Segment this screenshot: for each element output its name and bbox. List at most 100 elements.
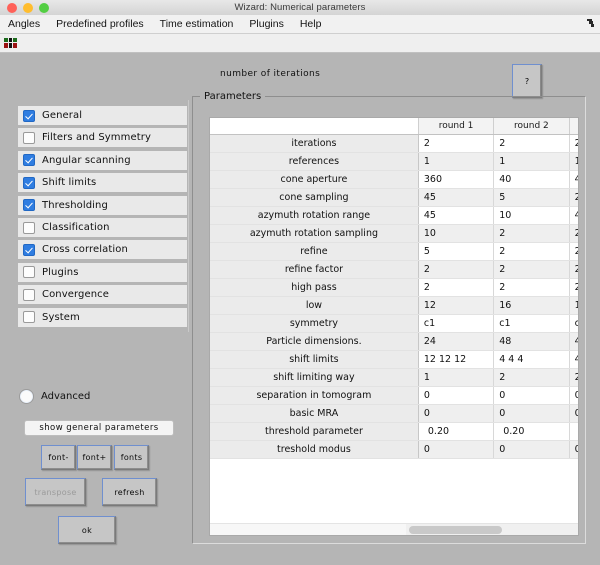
parameter-value-cell-round-1[interactable]: 0.20 bbox=[418, 422, 495, 441]
checkbox-checked-icon[interactable] bbox=[23, 109, 35, 122]
advanced-radio-row[interactable]: Advanced bbox=[19, 389, 90, 404]
parameter-value-cell-round-1[interactable]: 0 bbox=[418, 386, 495, 405]
parameter-value-cell-round-3[interactable]: 2 bbox=[569, 188, 578, 207]
parameter-value-cell-round-3[interactable]: 2 bbox=[569, 242, 578, 261]
table-row[interactable]: cone sampling4552 bbox=[210, 188, 578, 207]
table-row[interactable]: shift limiting way122 bbox=[210, 368, 578, 387]
parameter-value-cell-round-2[interactable]: 2 bbox=[493, 224, 570, 243]
parameter-value-cell-round-1[interactable]: 12 bbox=[418, 296, 495, 315]
parameter-value-cell-round-2[interactable]: 2 bbox=[493, 260, 570, 279]
parameter-value-cell-round-3[interactable]: 48 bbox=[569, 332, 578, 351]
ok-button[interactable]: ok bbox=[58, 516, 116, 544]
parameter-value-cell-round-3[interactable]: c1 bbox=[569, 314, 578, 333]
parameter-value-cell-round-2[interactable]: 16 bbox=[493, 296, 570, 315]
parameter-value-cell-round-1[interactable]: 2 bbox=[418, 134, 495, 153]
parameter-value-cell-round-3[interactable]: 2 bbox=[569, 278, 578, 297]
parameter-value-cell-round-3[interactable]: 4 bbox=[569, 206, 578, 225]
parameter-value-cell-round-1[interactable]: 2 bbox=[418, 278, 495, 297]
table-row[interactable]: Particle dimensions.244848 bbox=[210, 332, 578, 351]
scrollbar-thumb[interactable] bbox=[409, 526, 502, 534]
checkbox-unchecked-icon[interactable] bbox=[23, 288, 35, 301]
parameters-table-container[interactable]: round 1 round 2 round 3 iterations222ref… bbox=[209, 117, 579, 536]
parameter-value-cell-round-1[interactable]: c1 bbox=[418, 314, 495, 333]
sidebar-item-classification[interactable]: Classification bbox=[18, 218, 187, 237]
checkbox-checked-icon[interactable] bbox=[23, 199, 35, 212]
parameter-value-cell-round-2[interactable]: 0 bbox=[493, 404, 570, 423]
menu-item-predefined-profiles[interactable]: Predefined profiles bbox=[48, 15, 152, 34]
menu-item-angles[interactable]: Angles bbox=[0, 15, 48, 34]
parameter-value-cell-round-2[interactable]: c1 bbox=[493, 314, 570, 333]
column-header-round-2[interactable]: round 2 bbox=[493, 118, 570, 135]
table-row[interactable]: separation in tomogram000 bbox=[210, 386, 578, 405]
parameter-value-cell-round-2[interactable]: 0.20 bbox=[493, 422, 570, 441]
parameter-value-cell-round-1[interactable]: 0 bbox=[418, 440, 495, 459]
parameter-value-cell-round-1[interactable]: 0 bbox=[418, 404, 495, 423]
parameter-value-cell-round-1[interactable]: 45 bbox=[418, 188, 495, 207]
table-row[interactable]: references111 bbox=[210, 152, 578, 171]
parameter-value-cell-round-1[interactable]: 5 bbox=[418, 242, 495, 261]
show-general-parameters-button[interactable]: show general parameters bbox=[24, 420, 174, 436]
table-row[interactable]: treshold modus000 bbox=[210, 440, 578, 459]
parameter-value-cell-round-2[interactable]: 2 bbox=[493, 134, 570, 153]
new-figure-icon[interactable] bbox=[3, 36, 18, 50]
column-header-round-3[interactable]: round 3 bbox=[569, 118, 578, 135]
parameter-value-cell-round-2[interactable]: 0 bbox=[493, 440, 570, 459]
table-row[interactable]: basic MRA000 bbox=[210, 404, 578, 423]
parameter-value-cell-round-2[interactable]: 40 bbox=[493, 170, 570, 189]
sidebar-item-thresholding[interactable]: Thresholding bbox=[18, 195, 187, 215]
parameter-value-cell-round-1[interactable]: 1 bbox=[418, 368, 495, 387]
parameter-value-cell-round-2[interactable]: 48 bbox=[493, 332, 570, 351]
parameter-value-cell-round-3[interactable]: 0 bbox=[569, 404, 578, 423]
sidebar-item-angular-scanning[interactable]: Angular scanning bbox=[18, 150, 187, 170]
table-row[interactable]: refine factor222 bbox=[210, 260, 578, 279]
sidebar-item-convergence[interactable]: Convergence bbox=[18, 285, 187, 305]
table-horizontal-scrollbar[interactable] bbox=[210, 523, 578, 535]
sidebar-item-cross-correlation[interactable]: Cross correlation bbox=[18, 240, 187, 260]
table-row[interactable]: high pass222 bbox=[210, 278, 578, 297]
table-row[interactable]: symmetryc1c1c1 bbox=[210, 314, 578, 333]
parameter-value-cell-round-3[interactable]: 0 bbox=[569, 386, 578, 405]
menu-item-time-estimation[interactable]: Time estimation bbox=[152, 15, 242, 34]
table-row[interactable]: cone aperture360404 bbox=[210, 170, 578, 189]
parameter-value-cell-round-3[interactable]: 0 bbox=[569, 440, 578, 459]
parameter-value-cell-round-1[interactable]: 1 bbox=[418, 152, 495, 171]
table-row[interactable]: iterations222 bbox=[210, 134, 578, 153]
parameter-value-cell-round-2[interactable]: 4 4 4 bbox=[493, 350, 570, 369]
checkbox-unchecked-icon[interactable] bbox=[23, 221, 35, 234]
table-row[interactable]: shift limits12 12 124 4 44 4 4 bbox=[210, 350, 578, 369]
sidebar-item-general[interactable]: General bbox=[18, 106, 187, 125]
menu-item-plugins[interactable]: Plugins bbox=[241, 15, 291, 34]
parameter-value-cell-round-2[interactable]: 2 bbox=[493, 368, 570, 387]
parameter-value-cell-round-3[interactable]: 1 bbox=[569, 152, 578, 171]
table-row[interactable]: azymuth rotation sampling1022 bbox=[210, 224, 578, 243]
column-header-round-1[interactable]: round 1 bbox=[418, 118, 495, 135]
checkbox-checked-icon[interactable] bbox=[23, 176, 35, 189]
overflow-icon[interactable] bbox=[587, 19, 595, 28]
parameter-value-cell-round-3[interactable]: 2 bbox=[569, 368, 578, 387]
parameter-value-cell-round-2[interactable]: 2 bbox=[493, 278, 570, 297]
table-row[interactable]: azymuth rotation range45104 bbox=[210, 206, 578, 225]
font-decrease-button[interactable]: font- bbox=[41, 445, 76, 470]
parameter-value-cell-round-3[interactable]: 4 bbox=[569, 170, 578, 189]
parameter-value-cell-round-2[interactable]: 5 bbox=[493, 188, 570, 207]
parameter-value-cell-round-1[interactable]: 360 bbox=[418, 170, 495, 189]
parameter-value-cell-round-1[interactable]: 2 bbox=[418, 260, 495, 279]
parameter-value-cell-round-2[interactable]: 0 bbox=[493, 386, 570, 405]
parameter-value-cell-round-2[interactable]: 1 bbox=[493, 152, 570, 171]
fonts-button[interactable]: fonts bbox=[114, 445, 149, 470]
font-increase-button[interactable]: font+ bbox=[77, 445, 112, 470]
parameter-value-cell-round-1[interactable]: 12 12 12 bbox=[418, 350, 495, 369]
refresh-button[interactable]: refresh bbox=[102, 478, 157, 506]
sidebar-item-plugins[interactable]: Plugins bbox=[18, 262, 187, 282]
parameter-value-cell-round-1[interactable]: 24 bbox=[418, 332, 495, 351]
checkbox-unchecked-icon[interactable] bbox=[23, 311, 35, 324]
checkbox-unchecked-icon[interactable] bbox=[23, 131, 35, 144]
table-row[interactable]: threshold parameter0.200.200.20 bbox=[210, 422, 578, 441]
help-button[interactable]: ? bbox=[512, 64, 542, 98]
sidebar-item-filters-and-symmetry[interactable]: Filters and Symmetry bbox=[18, 128, 187, 148]
parameter-value-cell-round-1[interactable]: 10 bbox=[418, 224, 495, 243]
parameter-value-cell-round-2[interactable]: 10 bbox=[493, 206, 570, 225]
checkbox-checked-icon[interactable] bbox=[23, 154, 35, 167]
checkbox-checked-icon[interactable] bbox=[23, 243, 35, 256]
table-row[interactable]: refine522 bbox=[210, 242, 578, 261]
